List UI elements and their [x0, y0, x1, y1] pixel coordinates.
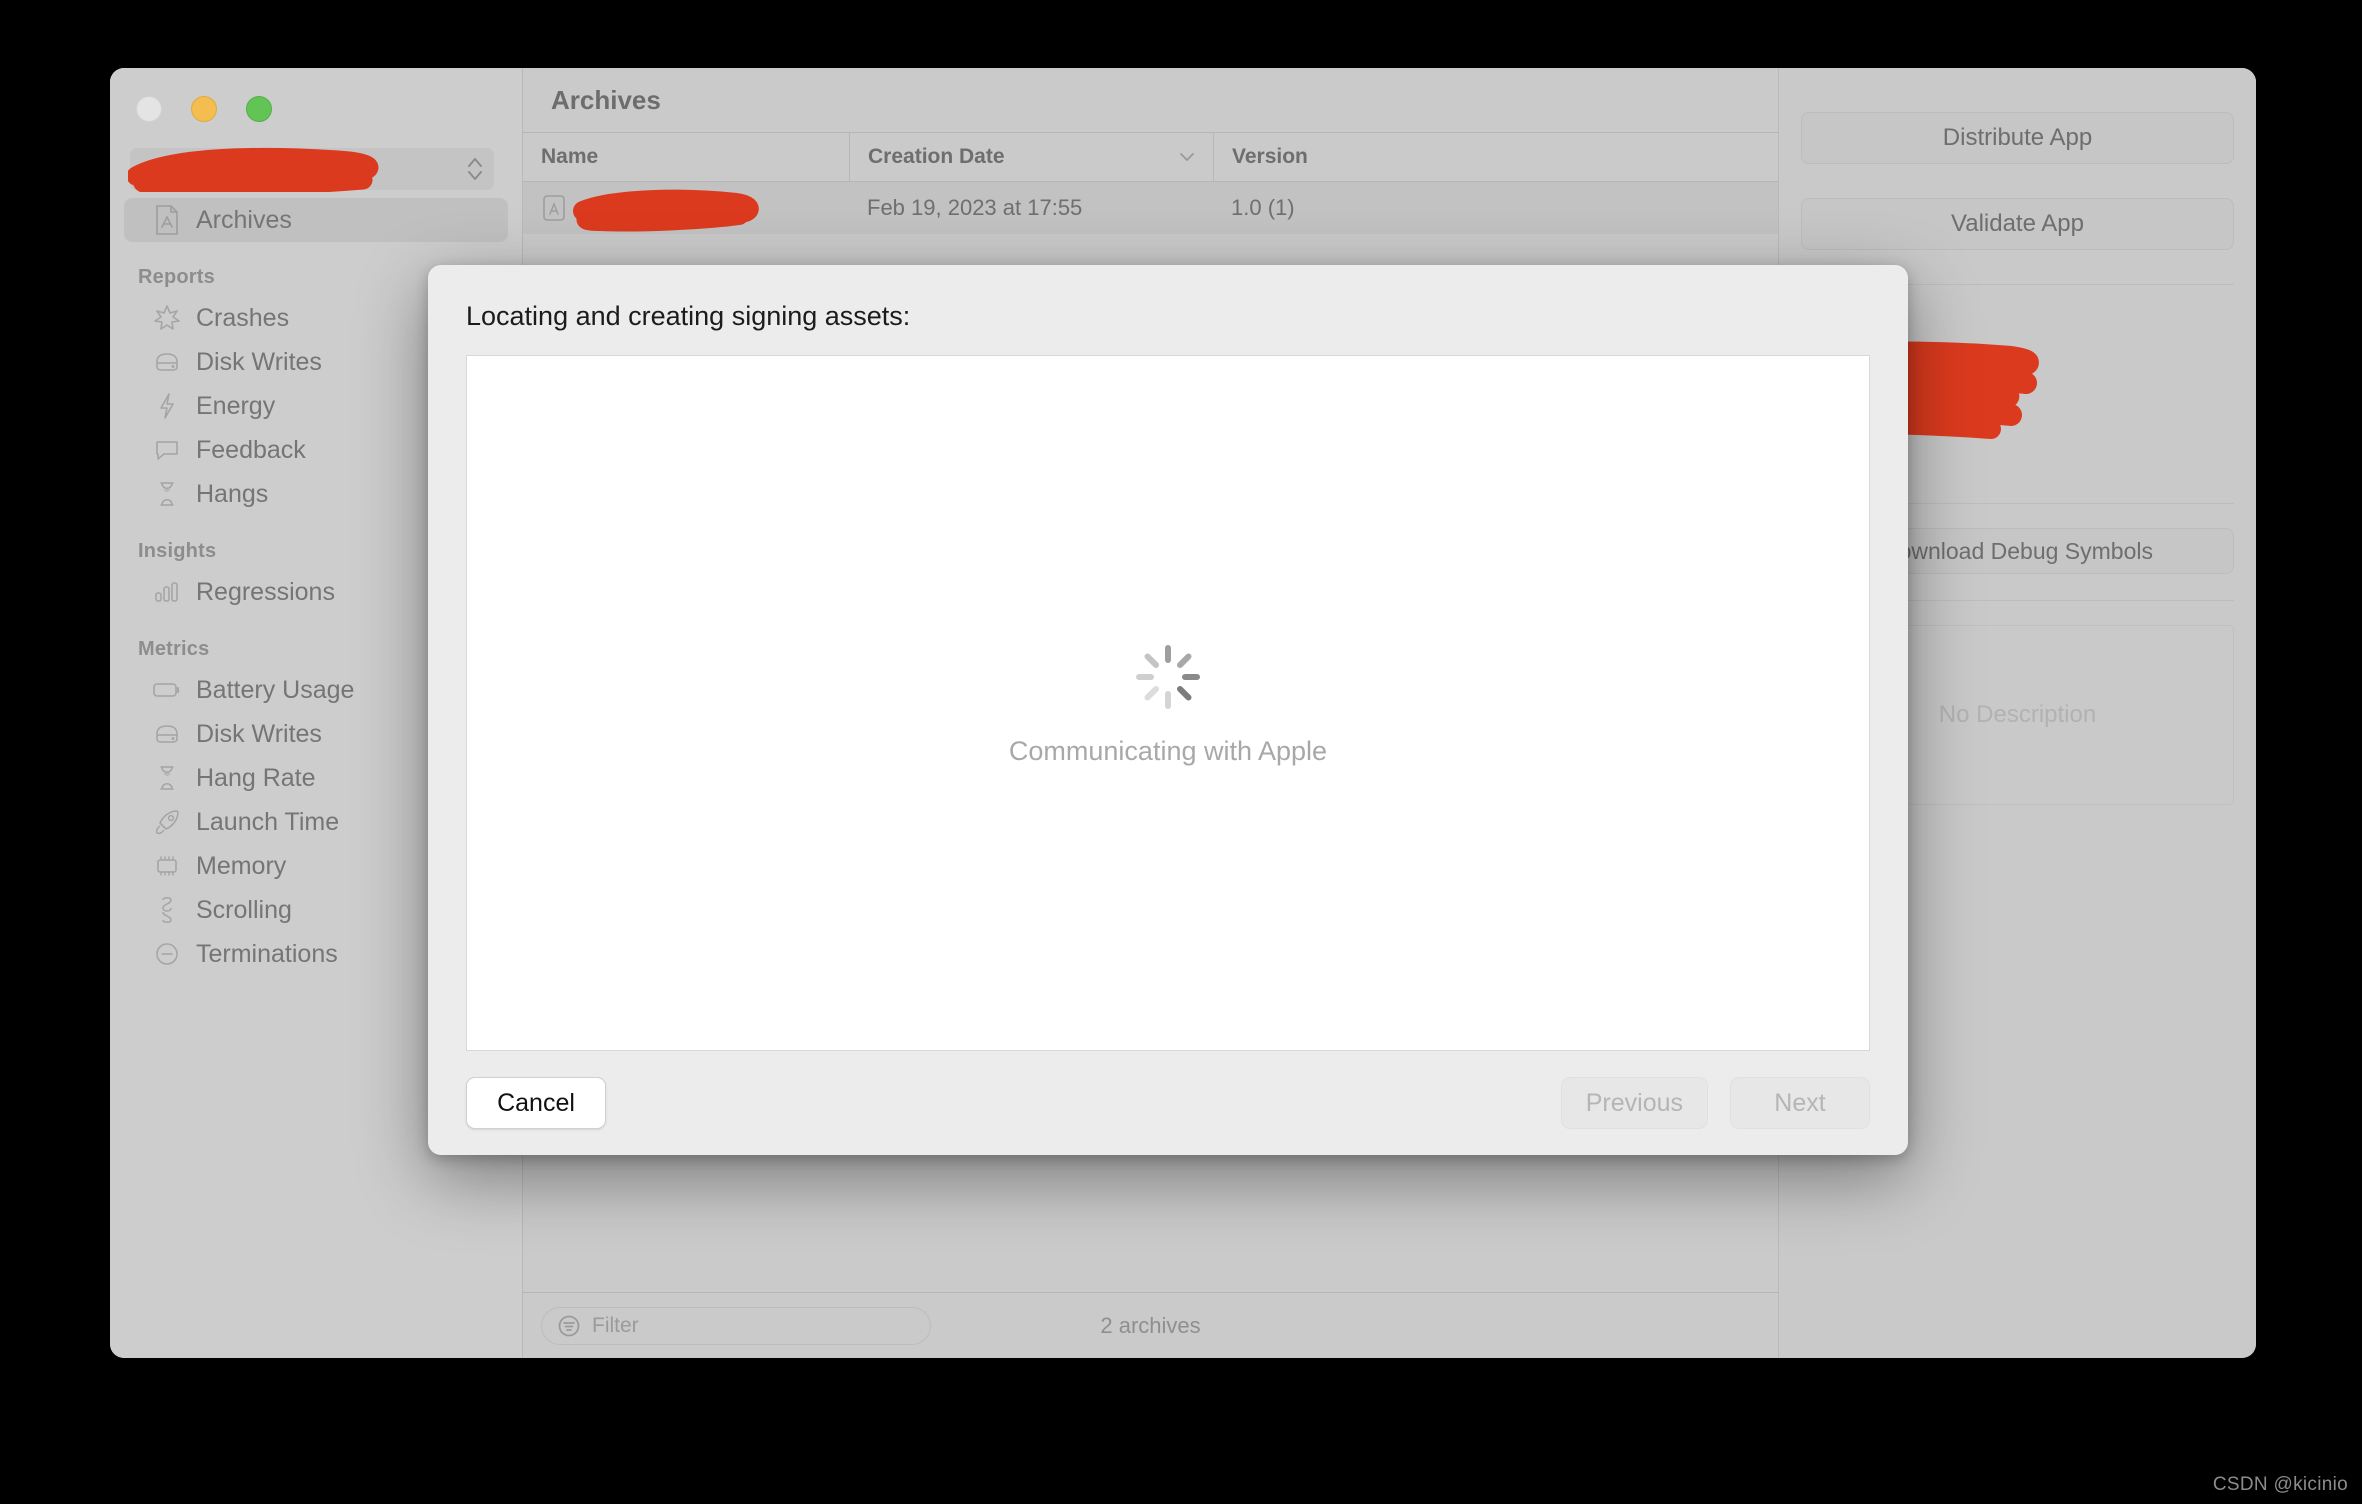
table-row[interactable]: Feb 19, 2023 at 17:55 1.0 (1) — [523, 182, 1778, 234]
description-placeholder: No Description — [1938, 701, 2097, 728]
column-header-label: Version — [1232, 145, 1308, 168]
filter-icon — [556, 1313, 582, 1339]
hourglass-icon — [152, 479, 182, 509]
redaction-scribble — [573, 189, 759, 232]
column-header-label: Creation Date — [868, 145, 1005, 168]
cell-creation-date: Feb 19, 2023 at 17:55 — [867, 195, 1083, 220]
minus-circle-icon — [152, 939, 182, 969]
scroll-icon — [152, 895, 182, 925]
memory-chip-icon — [152, 851, 182, 881]
dialog-footer: Cancel Previous Next — [466, 1051, 1870, 1155]
bar-chart-icon — [152, 577, 182, 607]
column-header-creation-date[interactable]: Creation Date — [849, 133, 1213, 181]
page-title: Archives — [551, 84, 661, 115]
sidebar-item-label: Memory — [196, 852, 287, 880]
dialog-status-text: Communicating with Apple — [1008, 735, 1328, 766]
scheme-popup-button[interactable] — [128, 147, 494, 192]
sidebar-item-label: Feedback — [196, 436, 306, 464]
column-header-label: Name — [541, 145, 599, 168]
battery-icon — [152, 675, 182, 705]
validate-app-button[interactable]: Validate App — [1801, 198, 2234, 250]
close-window-button[interactable] — [136, 96, 162, 122]
sidebar-item-label: Energy — [196, 392, 276, 420]
dialog-nav-buttons: Previous Next — [1560, 1077, 1870, 1129]
sidebar-item-label: Crashes — [196, 304, 290, 332]
sidebar-item-label: Launch Time — [196, 808, 340, 836]
archive-name-redacted — [573, 189, 811, 232]
screen: Products Archives Reports — [0, 0, 2362, 1504]
sidebar-item-label: Battery Usage — [196, 676, 355, 704]
distribute-app-button[interactable]: Distribute App — [1801, 112, 2234, 164]
dialog-content-area: Communicating with Apple — [466, 355, 1870, 1051]
sidebar-item-label: Archives — [196, 206, 292, 234]
cancel-button[interactable]: Cancel — [466, 1077, 606, 1129]
speech-bubble-icon — [152, 435, 182, 465]
chevron-down-icon — [1177, 145, 1197, 169]
minimize-window-button[interactable] — [191, 96, 217, 122]
sidebar-item-label: Disk Writes — [196, 720, 322, 748]
previous-button: Previous — [1560, 1077, 1708, 1129]
bolt-icon — [152, 391, 182, 421]
rocket-icon — [152, 807, 182, 837]
column-header-name[interactable]: Name — [523, 133, 849, 181]
redaction-scribble — [128, 147, 379, 192]
sidebar-item-label: Disk Writes — [196, 348, 322, 376]
sidebar-item-label: Hang Rate — [196, 764, 316, 792]
cell-name — [523, 182, 849, 234]
sidebar-item-label: Hangs — [196, 480, 269, 508]
sidebar-item-label: Terminations — [196, 940, 338, 968]
scheme-name-redacted — [128, 147, 464, 192]
window-traffic-lights — [136, 96, 272, 122]
filter-input[interactable]: Filter — [541, 1306, 931, 1345]
filter-placeholder: Filter — [592, 1313, 639, 1337]
sidebar-item-label: Scrolling — [196, 896, 292, 924]
maximize-window-button[interactable] — [246, 96, 272, 122]
harddisk-icon — [152, 719, 182, 749]
sidebar-item-archives[interactable]: Archives — [124, 198, 508, 242]
chevron-updown-icon — [464, 154, 486, 184]
sidebar-item-label: Regressions — [196, 578, 335, 606]
burst-star-icon — [152, 303, 182, 333]
table-header: Name Creation Date Version — [523, 132, 1778, 182]
list-bottom-bar: Filter 2 archives — [523, 1292, 1778, 1358]
next-button: Next — [1730, 1077, 1870, 1129]
dialog-title: Locating and creating signing assets: — [466, 301, 911, 331]
column-header-version[interactable]: Version — [1213, 133, 1778, 181]
hourglass-icon — [152, 763, 182, 793]
cell-version: 1.0 (1) — [1231, 195, 1295, 220]
archive-document-icon — [152, 205, 182, 235]
harddisk-icon — [152, 347, 182, 377]
signing-assets-dialog: Locating and creating signing assets: Co… — [428, 265, 1908, 1155]
watermark: CSDN @kicinio — [2212, 1474, 2348, 1495]
loading-spinner-icon — [1131, 640, 1205, 714]
app-archive-icon — [541, 194, 567, 222]
